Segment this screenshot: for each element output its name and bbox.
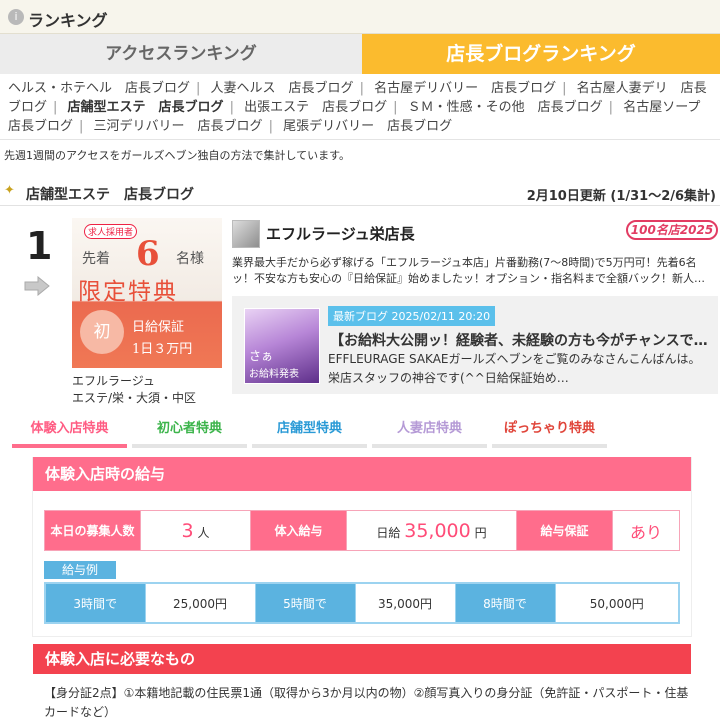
store-title[interactable]: エフルラージュ栄店長 (266, 223, 415, 244)
thumbnail-text: お給料発表 (249, 369, 299, 380)
tab-label: 人妻店特典 (396, 421, 462, 436)
category-link[interactable]: ヘルス・ホテヘル 店長ブログ (8, 81, 190, 96)
banner-text: 名様 (176, 251, 204, 267)
banner-text: 先着 (82, 251, 110, 267)
pay-example-label: 給与例 (44, 561, 116, 579)
shop-area: エステ/栄・大須・中区 (72, 391, 197, 405)
banner-text: 1日３万円 (132, 342, 193, 357)
info-circle-icon: i (8, 9, 24, 25)
category-link[interactable]: ＳＭ・性感・その他 店長ブログ (408, 100, 603, 115)
ranking-tabs: アクセスランキング 店長ブログランキング (0, 34, 720, 74)
award-badge: 100名店2025 (626, 220, 718, 240)
category-link[interactable]: 出張エステ 店長ブログ (244, 100, 387, 115)
arrow-right-icon (24, 276, 50, 296)
tab-married-perk[interactable]: 人妻店特典 (372, 418, 487, 448)
example-hours: 5時間で (254, 582, 356, 624)
shop-banner[interactable]: 求人採用者 先着 6 名様 限定特典 初 日給保証 1日３万円 (72, 218, 222, 368)
sparkle-icon: ✦ (4, 183, 15, 198)
category-link[interactable]: 三河デリバリー 店長ブログ (94, 119, 263, 134)
banner-headline: 限定特典 (78, 279, 178, 305)
trial-amount: 35,000 (404, 519, 471, 542)
ranking-header: i ランキング (0, 0, 720, 34)
example-amount: 50,000円 (554, 582, 680, 624)
example-hours: 3時間で (44, 582, 146, 624)
thumbnail-text: さぁ (249, 349, 274, 363)
banner-circle: 初 (80, 310, 124, 354)
updated-date: 2月10日更新 (1/31～2/6集計) (526, 189, 716, 204)
prefix: 日給 (376, 525, 401, 540)
guarantee-value: あり (612, 510, 680, 551)
page-title: ランキング (28, 11, 108, 30)
requirements-text: 【身分証2点】①本籍地記載の住民票1通（取得から3か月以内の物）②顔写真入りの身… (44, 686, 689, 719)
example-amount: 25,000円 (144, 582, 256, 624)
banner-tag: 求人採用者 (84, 224, 138, 239)
pay-panel-title: 体験入店時の給与 (33, 457, 691, 491)
category-link[interactable]: 人妻ヘルス 店長ブログ (211, 81, 354, 96)
category-link-active[interactable]: 店舗型エステ 店長ブログ (68, 100, 224, 115)
category-links: ヘルス・ホテヘル 店長ブログ | 人妻ヘルス 店長ブログ | 名古屋デリバリー 店長… (8, 81, 714, 134)
section-title: 店舗型エステ 店長ブログ (26, 187, 194, 203)
pay-table: 本日の募集人数 3 人 体入給与 日給 35,000 円 給与保証 あり (44, 510, 680, 551)
tab-store-perk[interactable]: 店舗型特典 (252, 418, 367, 448)
blog-date-tag: 最新ブログ 2025/02/11 20:20 (328, 306, 496, 326)
requirements-title: 体験入店に必要なもの (33, 644, 691, 674)
banner-text: 日給保証 (132, 320, 185, 335)
recruit-label: 本日の募集人数 (44, 510, 141, 551)
pay-example-table: 3時間で 25,000円 5時間で 35,000円 8時間で 50,000円 (44, 582, 680, 624)
tab-blog-ranking[interactable]: 店長ブログランキング (362, 34, 720, 74)
tab-access-ranking[interactable]: アクセスランキング (0, 34, 362, 74)
rank-number: 1 (26, 224, 53, 268)
guarantee-text: あり (629, 522, 662, 542)
example-amount: 35,000円 (354, 582, 456, 624)
latest-blog-card[interactable]: さぁ お給料発表 最新ブログ 2025/02/11 20:20 【お給料大公開ッ… (232, 296, 718, 394)
banner-number: 6 (136, 234, 160, 274)
divider (0, 139, 720, 140)
tab-label: 体験入店特典 (30, 421, 109, 436)
blog-thumbnail: さぁ お給料発表 (244, 308, 320, 384)
tab-label: 店舗型特典 (276, 421, 342, 436)
recruit-number: 3 (181, 519, 194, 542)
guarantee-label: 給与保証 (516, 510, 613, 551)
tab-trial-perk[interactable]: 体験入店特典 (12, 418, 127, 448)
category-link[interactable]: 名古屋デリバリー 店長ブログ (374, 81, 556, 96)
unit: 人 (197, 525, 210, 540)
store-avatar (232, 220, 260, 248)
shop-name[interactable]: エフルラージュ (72, 372, 155, 389)
unit: 円 (474, 525, 487, 540)
tab-beginner-perk[interactable]: 初心者特典 (132, 418, 247, 448)
blog-excerpt: EFFLEURAGE SAKAEガールズヘブンをご覧のみなさんこんばんは。栄店ス… (328, 352, 701, 385)
tab-label: 初心者特典 (156, 421, 222, 436)
tab-plump-perk[interactable]: ぽっちゃり特典 (492, 418, 607, 448)
recruit-value: 3 人 (140, 510, 251, 551)
store-description: 業界最大手だから必ず稼げる「エフルラージュ本店」片番勤務(7～8時間)で5万円可… (232, 256, 705, 285)
example-hours: 8時間で (454, 582, 556, 624)
perk-tabs: 体験入店特典 初心者特典 店舗型特典 人妻店特典 ぽっちゃり特典 (12, 418, 718, 448)
trial-pay-value: 日給 35,000 円 (346, 510, 517, 551)
ranking-note: 先週1週間のアクセスをガールズヘブン独自の方法で集計しています。 (4, 149, 351, 162)
category-link[interactable]: 尾張デリバリー 店長ブログ (283, 119, 452, 134)
blog-title[interactable]: 【お給料大公開ッ！経験者、未経験の方も今がチャンスで… (330, 330, 712, 350)
trial-pay-label: 体入給与 (250, 510, 347, 551)
tab-label: ぽっちゃり特典 (503, 421, 595, 436)
section-header: ✦ 店舗型エステ 店長ブログ 2月10日更新 (1/31～2/6集計) (0, 178, 720, 206)
